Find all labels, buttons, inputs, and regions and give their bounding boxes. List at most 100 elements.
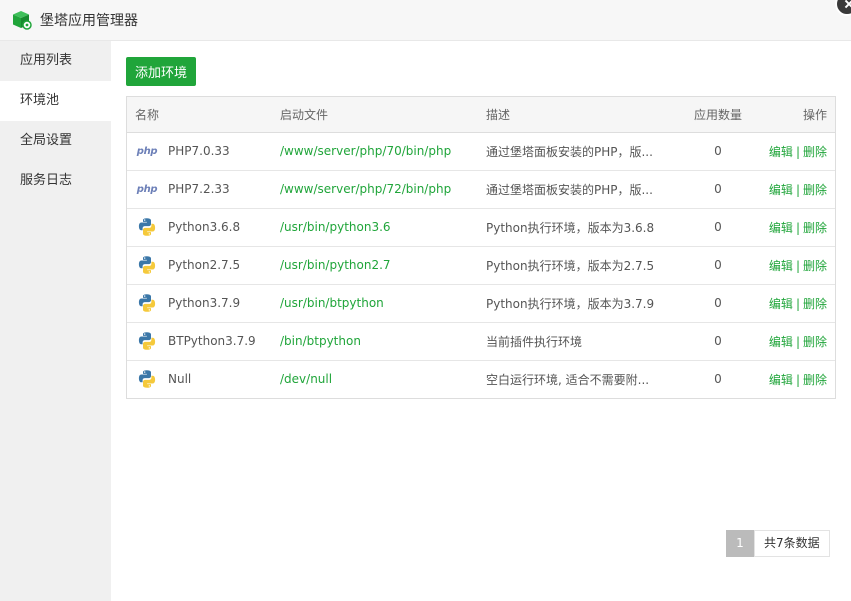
- op-separator: |: [795, 372, 800, 387]
- cell-name: php PHP7.0.33: [127, 132, 272, 170]
- table-row: php PHP7.2.33/www/server/php/72/bin/php 通过…: [127, 170, 835, 208]
- op-separator: |: [795, 258, 800, 273]
- php-icon: php: [136, 183, 158, 195]
- python-icon: [135, 218, 159, 236]
- env-path: /bin/btpython: [280, 334, 361, 348]
- cell-ops: 编辑 | 删除: [763, 246, 835, 284]
- table-row: Null/dev/null 空白运行环境, 适合不需要附... 0 编辑 | 删除: [127, 360, 835, 398]
- header-desc: 描述: [478, 97, 673, 133]
- cell-path: /usr/bin/python3.6: [272, 208, 478, 246]
- sidebar-item-label: 环境池: [20, 93, 60, 108]
- add-environment-button[interactable]: 添加环境: [126, 57, 196, 86]
- cell-path: /www/server/php/70/bin/php: [272, 132, 478, 170]
- cell-count: 0: [714, 144, 722, 158]
- header-path: 启动文件: [272, 97, 478, 133]
- delete-link[interactable]: 删除: [803, 373, 827, 387]
- env-name: Null: [168, 372, 192, 387]
- sidebar-item-global-settings[interactable]: 全局设置: [0, 121, 111, 161]
- cell-desc: 通过堡塔面板安装的PHP，版...: [486, 144, 653, 159]
- title-bar: 堡塔应用管理器: [0, 0, 851, 41]
- environment-table: 名称 启动文件 描述 应用数量 操作 php PHP7.0.33/www/serv…: [126, 96, 836, 399]
- cell-path: /www/server/php/72/bin/php: [272, 170, 478, 208]
- cell-count: 0: [714, 182, 722, 196]
- cell-name: Python3.7.9: [127, 284, 272, 322]
- op-separator: |: [795, 296, 800, 311]
- delete-link[interactable]: 删除: [803, 221, 827, 235]
- cell-desc: 空白运行环境, 适合不需要附...: [486, 372, 650, 387]
- sidebar-item-label: 应用列表: [20, 53, 73, 68]
- sidebar-item-app-list[interactable]: 应用列表: [0, 41, 111, 81]
- delete-link[interactable]: 删除: [803, 183, 827, 197]
- delete-link[interactable]: 删除: [803, 335, 827, 349]
- sidebar-item-service-log[interactable]: 服务日志: [0, 161, 111, 201]
- header-ops: 操作: [763, 97, 835, 133]
- edit-link[interactable]: 编辑: [769, 259, 793, 273]
- table-row: Python3.7.9/usr/bin/btpython Python执行环境，版…: [127, 284, 835, 322]
- cell-ops: 编辑 | 删除: [763, 208, 835, 246]
- close-icon[interactable]: [835, 0, 851, 16]
- cell-path: /usr/bin/btpython: [272, 284, 478, 322]
- delete-link[interactable]: 删除: [803, 297, 827, 311]
- edit-link[interactable]: 编辑: [769, 373, 793, 387]
- edit-link[interactable]: 编辑: [769, 183, 793, 197]
- cell-path: /dev/null: [272, 360, 478, 398]
- cell-desc: 当前插件执行环境: [486, 334, 583, 349]
- env-path: /usr/bin/python3.6: [280, 220, 391, 234]
- op-separator: |: [795, 182, 800, 197]
- table-header-row: 名称 启动文件 描述 应用数量 操作: [127, 97, 835, 133]
- op-separator: |: [795, 220, 800, 235]
- header-count: 应用数量: [673, 97, 763, 133]
- cell-ops: 编辑 | 删除: [763, 284, 835, 322]
- table-row: Python2.7.5/usr/bin/python2.7 Python执行环境，…: [127, 246, 835, 284]
- cell-name: Python3.6.8: [127, 208, 272, 246]
- python-icon: [135, 294, 159, 312]
- cell-ops: 编辑 | 删除: [763, 360, 835, 398]
- cell-path: /usr/bin/python2.7: [272, 246, 478, 284]
- app-title: 堡塔应用管理器: [40, 13, 138, 29]
- edit-link[interactable]: 编辑: [769, 297, 793, 311]
- cell-name: BTPython3.7.9: [127, 322, 272, 360]
- python-icon: [135, 332, 159, 350]
- env-path: /www/server/php/72/bin/php: [280, 182, 452, 196]
- cell-name: php PHP7.2.33: [127, 170, 272, 208]
- bt-box-icon: [13, 11, 32, 30]
- cell-name: Null: [127, 360, 272, 398]
- main-content: 添加环境 名称 启动文件 描述 应用数量 操作 php PHP7.0.33/www…: [111, 41, 851, 601]
- cell-name: Python2.7.5: [127, 246, 272, 284]
- env-name: BTPython3.7.9: [168, 334, 256, 348]
- env-name: Python3.6.8: [168, 220, 241, 234]
- page-number[interactable]: 1: [726, 530, 754, 557]
- sidebar: 应用列表 环境池 全局设置 服务日志: [0, 41, 111, 601]
- env-path: /usr/bin/btpython: [280, 296, 384, 310]
- cell-ops: 编辑 | 删除: [763, 170, 835, 208]
- table-row: Python3.6.8/usr/bin/python3.6 Python执行环境，…: [127, 208, 835, 246]
- python-icon: [135, 256, 159, 274]
- cell-count: 0: [714, 334, 722, 348]
- cell-desc: 通过堡塔面板安装的PHP，版...: [486, 182, 653, 197]
- header-name: 名称: [127, 97, 272, 133]
- table-row: php PHP7.0.33/www/server/php/70/bin/php 通过…: [127, 132, 835, 170]
- cell-desc: Python执行环境，版本为2.7.5: [486, 258, 655, 273]
- env-name: PHP7.0.33: [168, 144, 230, 158]
- python-icon: [135, 370, 159, 389]
- sidebar-item-label: 全局设置: [20, 133, 73, 148]
- sidebar-item-env-pool[interactable]: 环境池: [0, 81, 111, 121]
- env-name: PHP7.2.33: [168, 182, 230, 196]
- env-name: Python2.7.5: [168, 258, 241, 272]
- edit-link[interactable]: 编辑: [769, 221, 793, 235]
- delete-link[interactable]: 删除: [803, 259, 827, 273]
- op-separator: |: [795, 334, 800, 349]
- edit-link[interactable]: 编辑: [769, 145, 793, 159]
- env-path: /www/server/php/70/bin/php: [280, 144, 452, 158]
- delete-link[interactable]: 删除: [803, 145, 827, 159]
- env-path: /usr/bin/python2.7: [280, 258, 391, 272]
- cell-desc: Python执行环境，版本为3.7.9: [486, 296, 655, 311]
- env-path: /dev/null: [280, 372, 333, 387]
- edit-link[interactable]: 编辑: [769, 335, 793, 349]
- cell-count: 0: [714, 258, 722, 272]
- cell-path: /bin/btpython: [272, 322, 478, 360]
- op-separator: |: [795, 144, 800, 159]
- cell-count: 0: [714, 372, 722, 387]
- cell-ops: 编辑 | 删除: [763, 132, 835, 170]
- cell-count: 0: [714, 296, 722, 310]
